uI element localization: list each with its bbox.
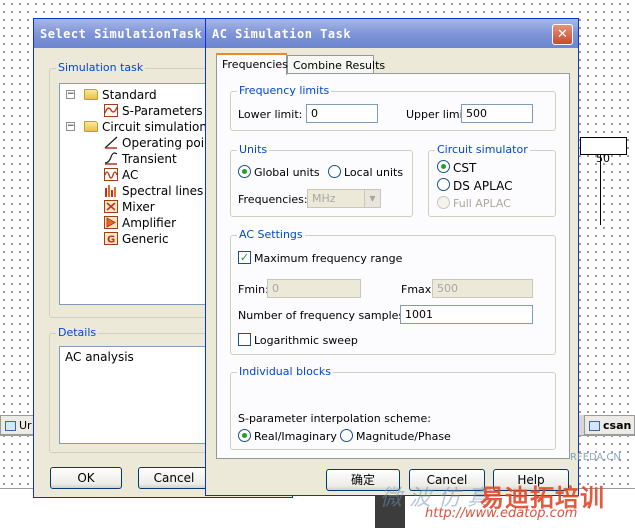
tree-item-ac[interactable]: AC bbox=[104, 167, 138, 183]
close-icon[interactable]: ✕ bbox=[552, 24, 573, 45]
select-cancel-button[interactable]: Cancel bbox=[138, 467, 210, 489]
fmax-input[interactable]: 500 bbox=[432, 279, 533, 298]
document-tab-icon bbox=[589, 421, 600, 431]
select-ok-button[interactable]: OK bbox=[50, 467, 122, 489]
fmax-label: Fmax: bbox=[401, 283, 435, 296]
real-imaginary-label: Real/Imaginary bbox=[254, 430, 337, 443]
interpolation-scheme-label: S-parameter interpolation scheme: bbox=[238, 412, 431, 425]
collapse-icon[interactable]: − bbox=[66, 90, 75, 99]
individual-blocks-title: Individual blocks bbox=[237, 365, 333, 378]
ds-aplac-label: DS APLAC bbox=[453, 179, 513, 193]
local-units-radio[interactable] bbox=[328, 165, 341, 178]
tab-combine-results[interactable]: Combine Results bbox=[287, 55, 385, 75]
global-units-radio[interactable] bbox=[238, 165, 251, 178]
ac-settings-title: AC Settings bbox=[237, 228, 305, 241]
folder-icon bbox=[84, 121, 98, 132]
lower-limit-label: Lower limit: bbox=[238, 108, 303, 121]
svg-text:G: G bbox=[107, 235, 115, 246]
tree-item-transient[interactable]: Transient bbox=[104, 151, 177, 167]
ac-dialog-titlebar[interactable]: AC Simulation Task bbox=[206, 19, 578, 48]
upper-limit-input[interactable]: 500 bbox=[461, 104, 533, 123]
tree-item-amplifier[interactable]: Amplifier bbox=[104, 215, 176, 231]
tree-item-operating-point[interactable]: Operating point bbox=[104, 135, 208, 151]
lower-limit-input[interactable]: 0 bbox=[306, 104, 378, 123]
background-tab-left[interactable]: Ur bbox=[0, 415, 34, 435]
document-tab-icon bbox=[5, 421, 16, 431]
full-aplac-radio[interactable] bbox=[437, 196, 450, 209]
ac-dialog-title: AC Simulation Task bbox=[212, 27, 352, 41]
tab-frequencies[interactable]: Frequencies bbox=[216, 53, 288, 75]
logarithmic-sweep-label: Logarithmic sweep bbox=[254, 334, 358, 347]
schematic-block-value: 50 bbox=[596, 152, 610, 165]
real-imaginary-radio[interactable] bbox=[238, 429, 251, 442]
collapse-icon[interactable]: − bbox=[66, 122, 75, 131]
mixer-icon bbox=[104, 200, 118, 213]
frequencies-unit-value: MHz bbox=[312, 192, 336, 205]
tree-item-spectral-lines[interactable]: Spectral lines bbox=[104, 183, 203, 199]
watermark-url: http://www.edatop.com bbox=[425, 506, 578, 521]
frequency-samples-label: Number of frequency samples: bbox=[238, 309, 408, 322]
frequencies-unit-label: Frequencies: bbox=[238, 193, 308, 206]
background-tab-right[interactable]: csan bbox=[584, 415, 635, 435]
ds-aplac-radio[interactable] bbox=[437, 178, 450, 191]
full-aplac-label: Full APLAC bbox=[453, 197, 511, 210]
fmin-label: Fmin: bbox=[238, 283, 269, 296]
magnitude-phase-radio[interactable] bbox=[340, 429, 353, 442]
frequency-samples-input[interactable]: 1001 bbox=[400, 305, 533, 324]
local-units-label: Local units bbox=[344, 166, 404, 179]
details-text: AC analysis bbox=[65, 350, 134, 364]
generic-icon: G bbox=[104, 232, 118, 245]
max-frequency-range-checkbox[interactable]: ✓ bbox=[238, 251, 251, 264]
frequency-limits-title: Frequency limits bbox=[237, 84, 332, 97]
cst-label: CST bbox=[453, 161, 477, 175]
watermark-rfeda: RFEDA.CN bbox=[570, 452, 621, 463]
logarithmic-sweep-checkbox[interactable] bbox=[238, 333, 251, 346]
details-textbox[interactable]: AC analysis bbox=[59, 346, 209, 444]
frequencies-unit-select[interactable]: MHz ▼ bbox=[307, 189, 381, 208]
transient-icon bbox=[104, 152, 118, 165]
simulation-task-tree[interactable]: − Standard S-Parameters − Circuit simula… bbox=[59, 83, 209, 305]
chevron-down-icon[interactable]: ▼ bbox=[364, 190, 380, 207]
schematic-wire bbox=[600, 155, 601, 225]
circuit-simulator-title: Circuit simulator bbox=[435, 143, 530, 156]
s-parameters-icon bbox=[104, 104, 118, 117]
ac-icon bbox=[104, 168, 118, 181]
global-units-label: Global units bbox=[254, 166, 320, 179]
amplifier-icon bbox=[104, 216, 118, 229]
cst-radio[interactable] bbox=[437, 160, 450, 173]
tree-item-s-parameters[interactable]: S-Parameters bbox=[104, 103, 203, 119]
units-title: Units bbox=[237, 143, 270, 156]
max-frequency-range-label: Maximum frequency range bbox=[254, 252, 403, 265]
fmin-input[interactable]: 0 bbox=[267, 279, 361, 298]
tree-item-mixer[interactable]: Mixer bbox=[104, 199, 155, 215]
magnitude-phase-label: Magnitude/Phase bbox=[356, 430, 451, 443]
details-group-title: Details bbox=[56, 326, 99, 339]
spectral-lines-icon bbox=[105, 185, 116, 197]
simulation-task-group-title: Simulation task bbox=[56, 61, 146, 74]
folder-icon bbox=[84, 89, 98, 100]
operating-point-icon bbox=[104, 136, 118, 149]
tree-item-generic[interactable]: G Generic bbox=[104, 231, 169, 247]
